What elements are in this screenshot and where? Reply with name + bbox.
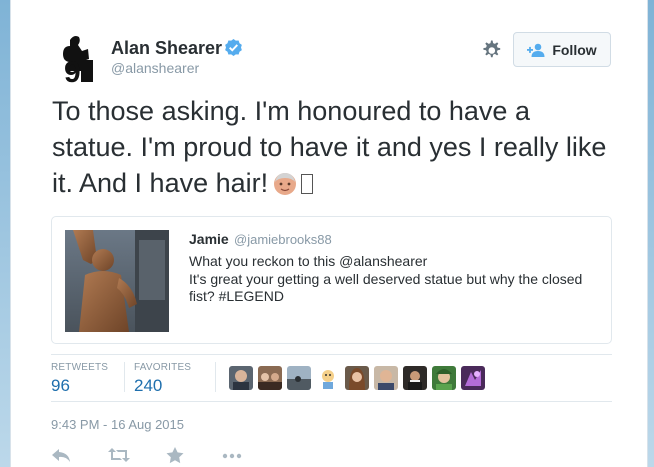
- statue-photo[interactable]: [65, 230, 169, 332]
- add-user-icon: [527, 43, 545, 57]
- gear-icon[interactable]: [481, 40, 501, 60]
- tweet-card: 9 Alan Shearer @alanshearer Follow To th…: [10, 0, 648, 467]
- retweet-icon[interactable]: [108, 446, 130, 464]
- favoriters-avatars: [229, 366, 485, 390]
- reply-icon[interactable]: [51, 446, 71, 464]
- author-handle[interactable]: @alanshearer: [111, 60, 199, 76]
- page-background-right: [648, 0, 654, 467]
- favoriter-avatar[interactable]: [316, 366, 340, 390]
- author-avatar[interactable]: 9: [51, 30, 107, 89]
- author-name[interactable]: Alan Shearer: [111, 38, 222, 59]
- more-icon[interactable]: [222, 446, 242, 464]
- follow-button[interactable]: Follow: [513, 32, 611, 67]
- retweets-label[interactable]: RETWEETS: [51, 362, 108, 373]
- quoted-author-name[interactable]: Jamie: [189, 231, 229, 247]
- tweet-text-body: To those asking. I'm honoured to have a …: [52, 96, 607, 198]
- stats-separator: [124, 362, 125, 392]
- tweet-timestamp[interactable]: 9:43 PM - 16 Aug 2015: [51, 417, 184, 432]
- favoriter-avatar[interactable]: [403, 366, 427, 390]
- tweet-actions: [51, 446, 279, 464]
- favorites-count[interactable]: 240: [134, 376, 162, 396]
- stats-separator: [215, 362, 216, 392]
- retweets-count[interactable]: 96: [51, 376, 70, 396]
- author-logo-icon: 9: [51, 30, 107, 89]
- favorites-label[interactable]: FAVORITES: [134, 362, 191, 373]
- quoted-author-handle[interactable]: @jamiebrooks88: [234, 232, 332, 247]
- quoted-tweet-text: What you reckon to this @alanshearer It'…: [189, 253, 583, 304]
- svg-text:9: 9: [64, 56, 81, 86]
- page-background-left: [0, 0, 10, 467]
- favoriter-avatar[interactable]: [287, 366, 311, 390]
- quoted-tweet[interactable]: Jamie @jamiebrooks88 What you reckon to …: [51, 216, 612, 344]
- stats-divider-top: [51, 354, 612, 355]
- favoriter-avatar[interactable]: [345, 366, 369, 390]
- older-man-emoji: [272, 169, 298, 205]
- missing-glyph-box: [301, 174, 314, 194]
- tweet-text: To those asking. I'm honoured to have a …: [52, 93, 617, 205]
- favorite-icon[interactable]: [165, 446, 185, 464]
- favoriter-avatar[interactable]: [461, 366, 485, 390]
- favoriter-avatar[interactable]: [229, 366, 253, 390]
- favoriter-avatar[interactable]: [374, 366, 398, 390]
- follow-button-label: Follow: [552, 41, 597, 58]
- favoriter-avatar[interactable]: [432, 366, 456, 390]
- stats-divider-bottom: [51, 401, 612, 402]
- favoriter-avatar[interactable]: [258, 366, 282, 390]
- verified-badge-icon: [224, 38, 243, 57]
